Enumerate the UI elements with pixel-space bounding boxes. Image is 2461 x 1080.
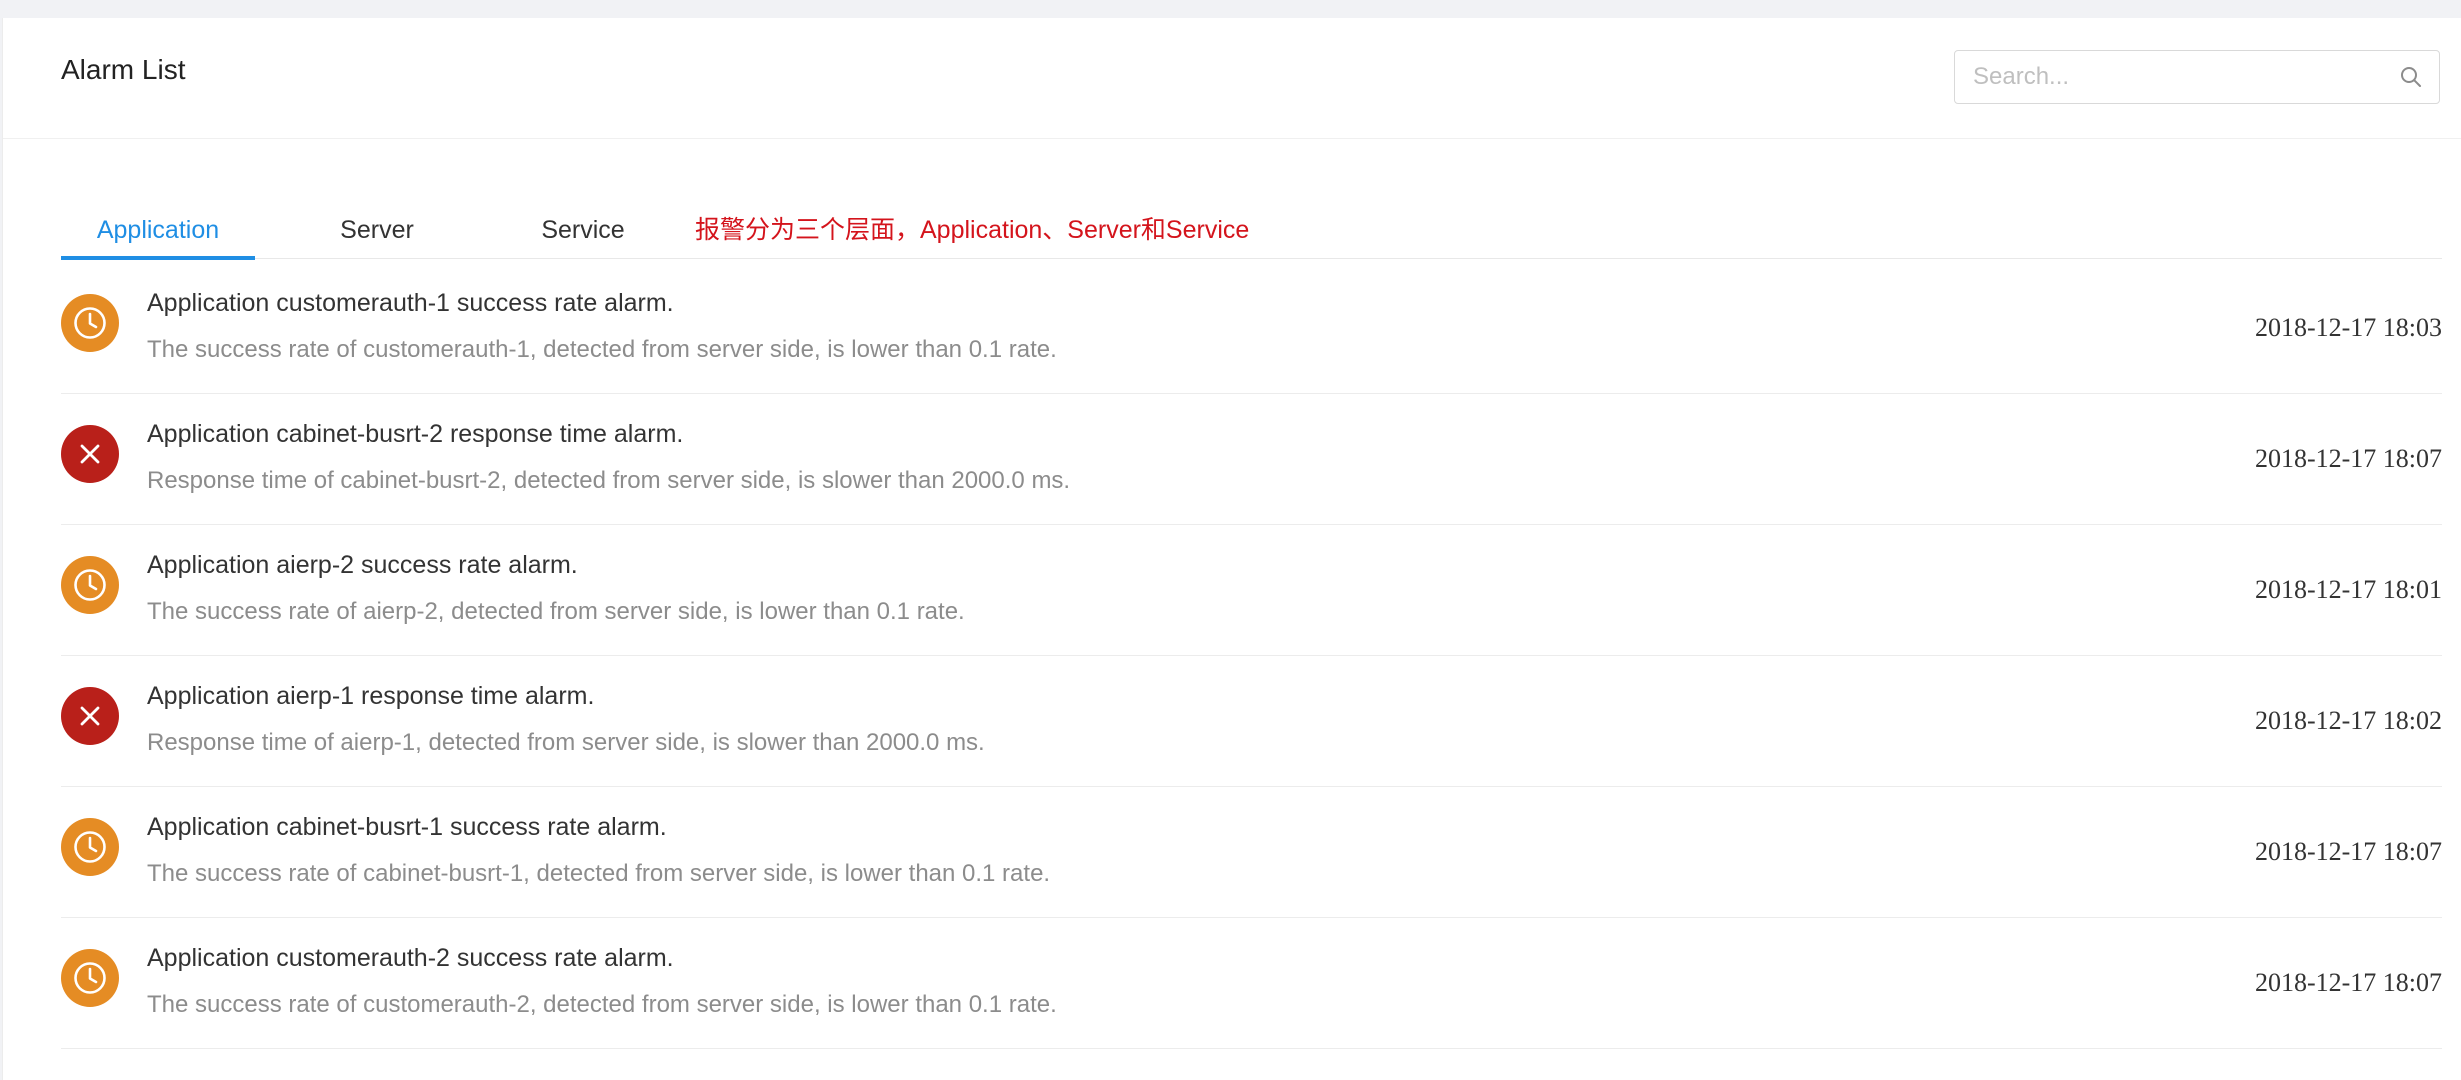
alarm-panel: Alarm List Application Server Service 报警… <box>2 18 2461 1080</box>
search-input[interactable] <box>1973 51 2393 102</box>
alarm-title: Application cabinet-busrt-2 response tim… <box>147 420 684 448</box>
alarm-description: The success rate of customerauth-1, dete… <box>147 336 1057 363</box>
alarm-row[interactable]: Application aierp-1 response time alarm.… <box>61 656 2442 787</box>
alarm-time: 2018-12-17 18:07 <box>2254 837 2442 866</box>
alarm-title: Application aierp-1 response time alarm. <box>147 682 595 710</box>
alarm-title: Application cabinet-busrt-1 success rate… <box>147 813 667 841</box>
tab-server[interactable]: Server <box>317 188 437 258</box>
active-tab-indicator <box>61 256 255 260</box>
alarm-row[interactable]: Application customerauth-2 success rate … <box>61 918 2442 1049</box>
alarm-row[interactable]: Application aierp-2 success rate alarm. … <box>61 525 2442 656</box>
alarm-description: Response time of cabinet-busrt-2, detect… <box>147 467 1071 494</box>
alarm-row[interactable]: Application customerauth-1 success rate … <box>61 263 2442 394</box>
close-icon <box>61 425 119 483</box>
alarm-time: 2018-12-17 18:01 <box>2254 575 2442 604</box>
alarm-tabs: Application Server Service 报警分为三个层面，Appl… <box>61 188 2442 260</box>
alarm-title: Application customerauth-1 success rate … <box>147 289 674 317</box>
alarm-time: 2018-12-17 18:02 <box>2254 706 2442 735</box>
alarm-description: The success rate of customerauth-2, dete… <box>147 991 1057 1018</box>
alarm-list: Application customerauth-1 success rate … <box>61 263 2442 1049</box>
alarm-row[interactable]: Application cabinet-busrt-1 success rate… <box>61 787 2442 918</box>
alarm-time: 2018-12-17 18:03 <box>2254 313 2442 342</box>
clock-icon <box>61 294 119 352</box>
alarm-title: Application customerauth-2 success rate … <box>147 944 674 972</box>
alarm-time: 2018-12-17 18:07 <box>2254 968 2442 997</box>
page-title: Alarm List <box>61 54 186 85</box>
clock-icon <box>61 818 119 876</box>
panel-header: Alarm List <box>3 18 2461 139</box>
alarm-description: The success rate of cabinet-busrt-1, det… <box>147 860 1051 887</box>
close-icon <box>61 687 119 745</box>
search-icon[interactable] <box>2399 65 2423 89</box>
alarm-time: 2018-12-17 18:07 <box>2254 444 2442 473</box>
alarm-description: Response time of aierp-1, detected from … <box>147 729 985 756</box>
tab-application[interactable]: Application <box>61 188 255 258</box>
search-box[interactable] <box>1954 50 2440 104</box>
clock-icon <box>61 949 119 1007</box>
tab-service[interactable]: Service <box>513 188 653 258</box>
alarm-row[interactable]: Application cabinet-busrt-2 response tim… <box>61 394 2442 525</box>
top-strip <box>0 0 2461 18</box>
alarm-title: Application aierp-2 success rate alarm. <box>147 551 578 579</box>
annotation-note: 报警分为三个层面，Application、Server和Service <box>695 216 1250 244</box>
alarm-description: The success rate of aierp-2, detected fr… <box>147 598 965 625</box>
clock-icon <box>61 556 119 614</box>
